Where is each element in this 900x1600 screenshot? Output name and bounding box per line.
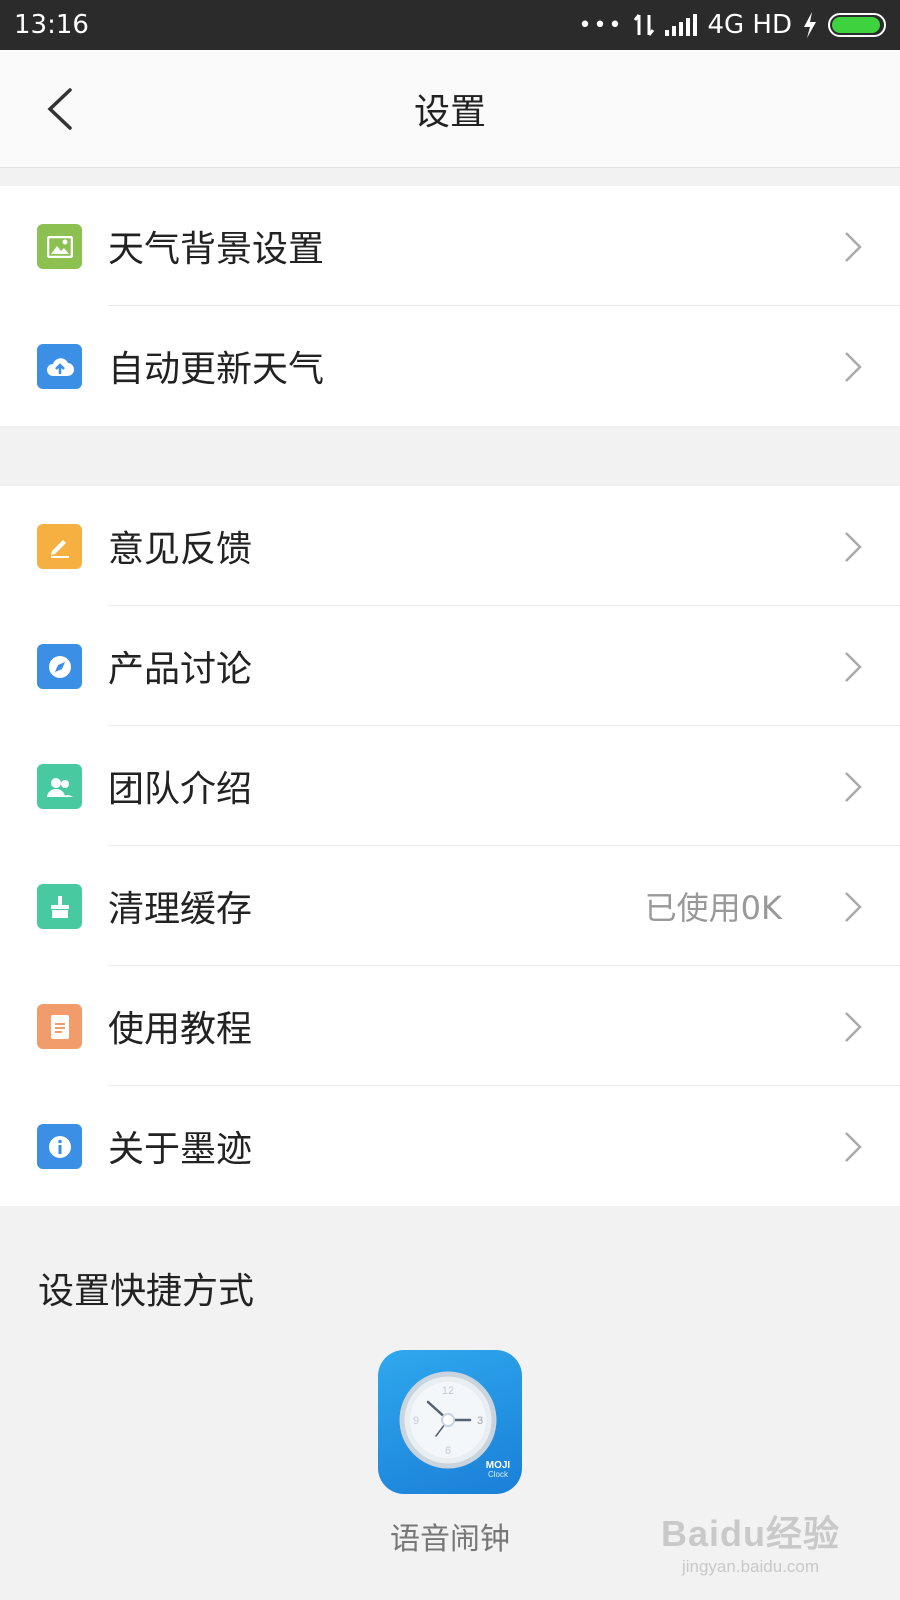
status-bar: 13:16 ••• 4G HD (0, 0, 900, 50)
settings-group-weather: 天气背景设置 自动更新天气 (0, 186, 900, 426)
baidu-watermark: Baidu经验 jingyan.baidu.com (661, 1505, 840, 1577)
app-header: 设置 (0, 50, 900, 168)
chevron-right-icon (845, 652, 862, 682)
settings-item-auto-update[interactable]: 自动更新天气 (0, 306, 900, 426)
chevron-right-icon (845, 352, 862, 382)
broom-icon (37, 884, 82, 929)
app-badge-subtext: Clock (488, 1470, 509, 1479)
settings-item-label: 使用教程 (108, 1009, 253, 1050)
more-dots-icon: ••• (578, 12, 624, 38)
network-type: 4G HD (707, 10, 792, 40)
cache-size-value: 已使用0K (644, 889, 782, 927)
settings-item-clear-cache[interactable]: 清理缓存 已使用0K (0, 846, 900, 966)
status-icons: ••• 4G HD (579, 10, 886, 40)
document-icon (37, 1004, 82, 1049)
settings-item-label: 产品讨论 (108, 649, 253, 690)
image-icon (37, 224, 82, 269)
shortcut-section-title: 设置快捷方式 (38, 1271, 255, 1312)
watermark-url: jingyan.baidu.com (681, 1557, 819, 1576)
charging-icon (804, 12, 816, 38)
chevron-right-icon (845, 1132, 862, 1162)
settings-item-label: 清理缓存 (108, 889, 253, 930)
chevron-right-icon (845, 772, 862, 802)
settings-item-label: 团队介绍 (108, 769, 253, 810)
svg-text:3: 3 (477, 1415, 483, 1427)
team-icon (37, 764, 82, 809)
data-transfer-icon (634, 14, 655, 36)
status-time: 13:16 (14, 10, 89, 40)
edit-icon (37, 524, 82, 569)
settings-item-label: 关于墨迹 (108, 1129, 253, 1170)
watermark-brand: Baidu经验 (660, 1513, 840, 1554)
settings-item-team[interactable]: 团队介绍 (0, 726, 900, 846)
settings-item-tutorial[interactable]: 使用教程 (0, 966, 900, 1086)
cloud-upload-icon (37, 344, 82, 389)
compass-icon (37, 644, 82, 689)
svg-text:9: 9 (413, 1415, 419, 1427)
battery-level (832, 17, 880, 33)
settings-item-label: 天气背景设置 (108, 229, 325, 270)
settings-group-general: 意见反馈 产品讨论 团队介绍 清理缓存 已使用0K 使用教程 关于墨迹 (0, 486, 900, 1206)
chevron-right-icon (845, 892, 862, 922)
svg-text:6: 6 (445, 1445, 451, 1457)
page-title: 设置 (413, 91, 486, 133)
shortcut-voice-alarm[interactable]: 12 3 6 9 MOJI Clock 语音闹钟 (378, 1350, 522, 1558)
chevron-right-icon (845, 532, 862, 562)
chevron-left-icon[interactable] (42, 86, 82, 132)
chevron-right-icon (845, 232, 862, 262)
clock-app-icon[interactable]: 12 3 6 9 MOJI Clock (378, 1350, 522, 1494)
signal-icon (665, 14, 698, 36)
chevron-right-icon (845, 1012, 862, 1042)
info-icon (37, 1124, 82, 1169)
shortcut-label: 语音闹钟 (390, 1522, 510, 1557)
settings-item-label: 自动更新天气 (108, 349, 325, 390)
settings-item-feedback[interactable]: 意见反馈 (0, 486, 900, 606)
settings-item-label: 意见反馈 (108, 529, 253, 570)
settings-item-weather-background[interactable]: 天气背景设置 (0, 186, 900, 306)
svg-text:12: 12 (442, 1385, 454, 1397)
settings-item-about[interactable]: 关于墨迹 (0, 1086, 900, 1206)
battery-icon (828, 13, 886, 37)
settings-item-product-discussion[interactable]: 产品讨论 (0, 606, 900, 726)
